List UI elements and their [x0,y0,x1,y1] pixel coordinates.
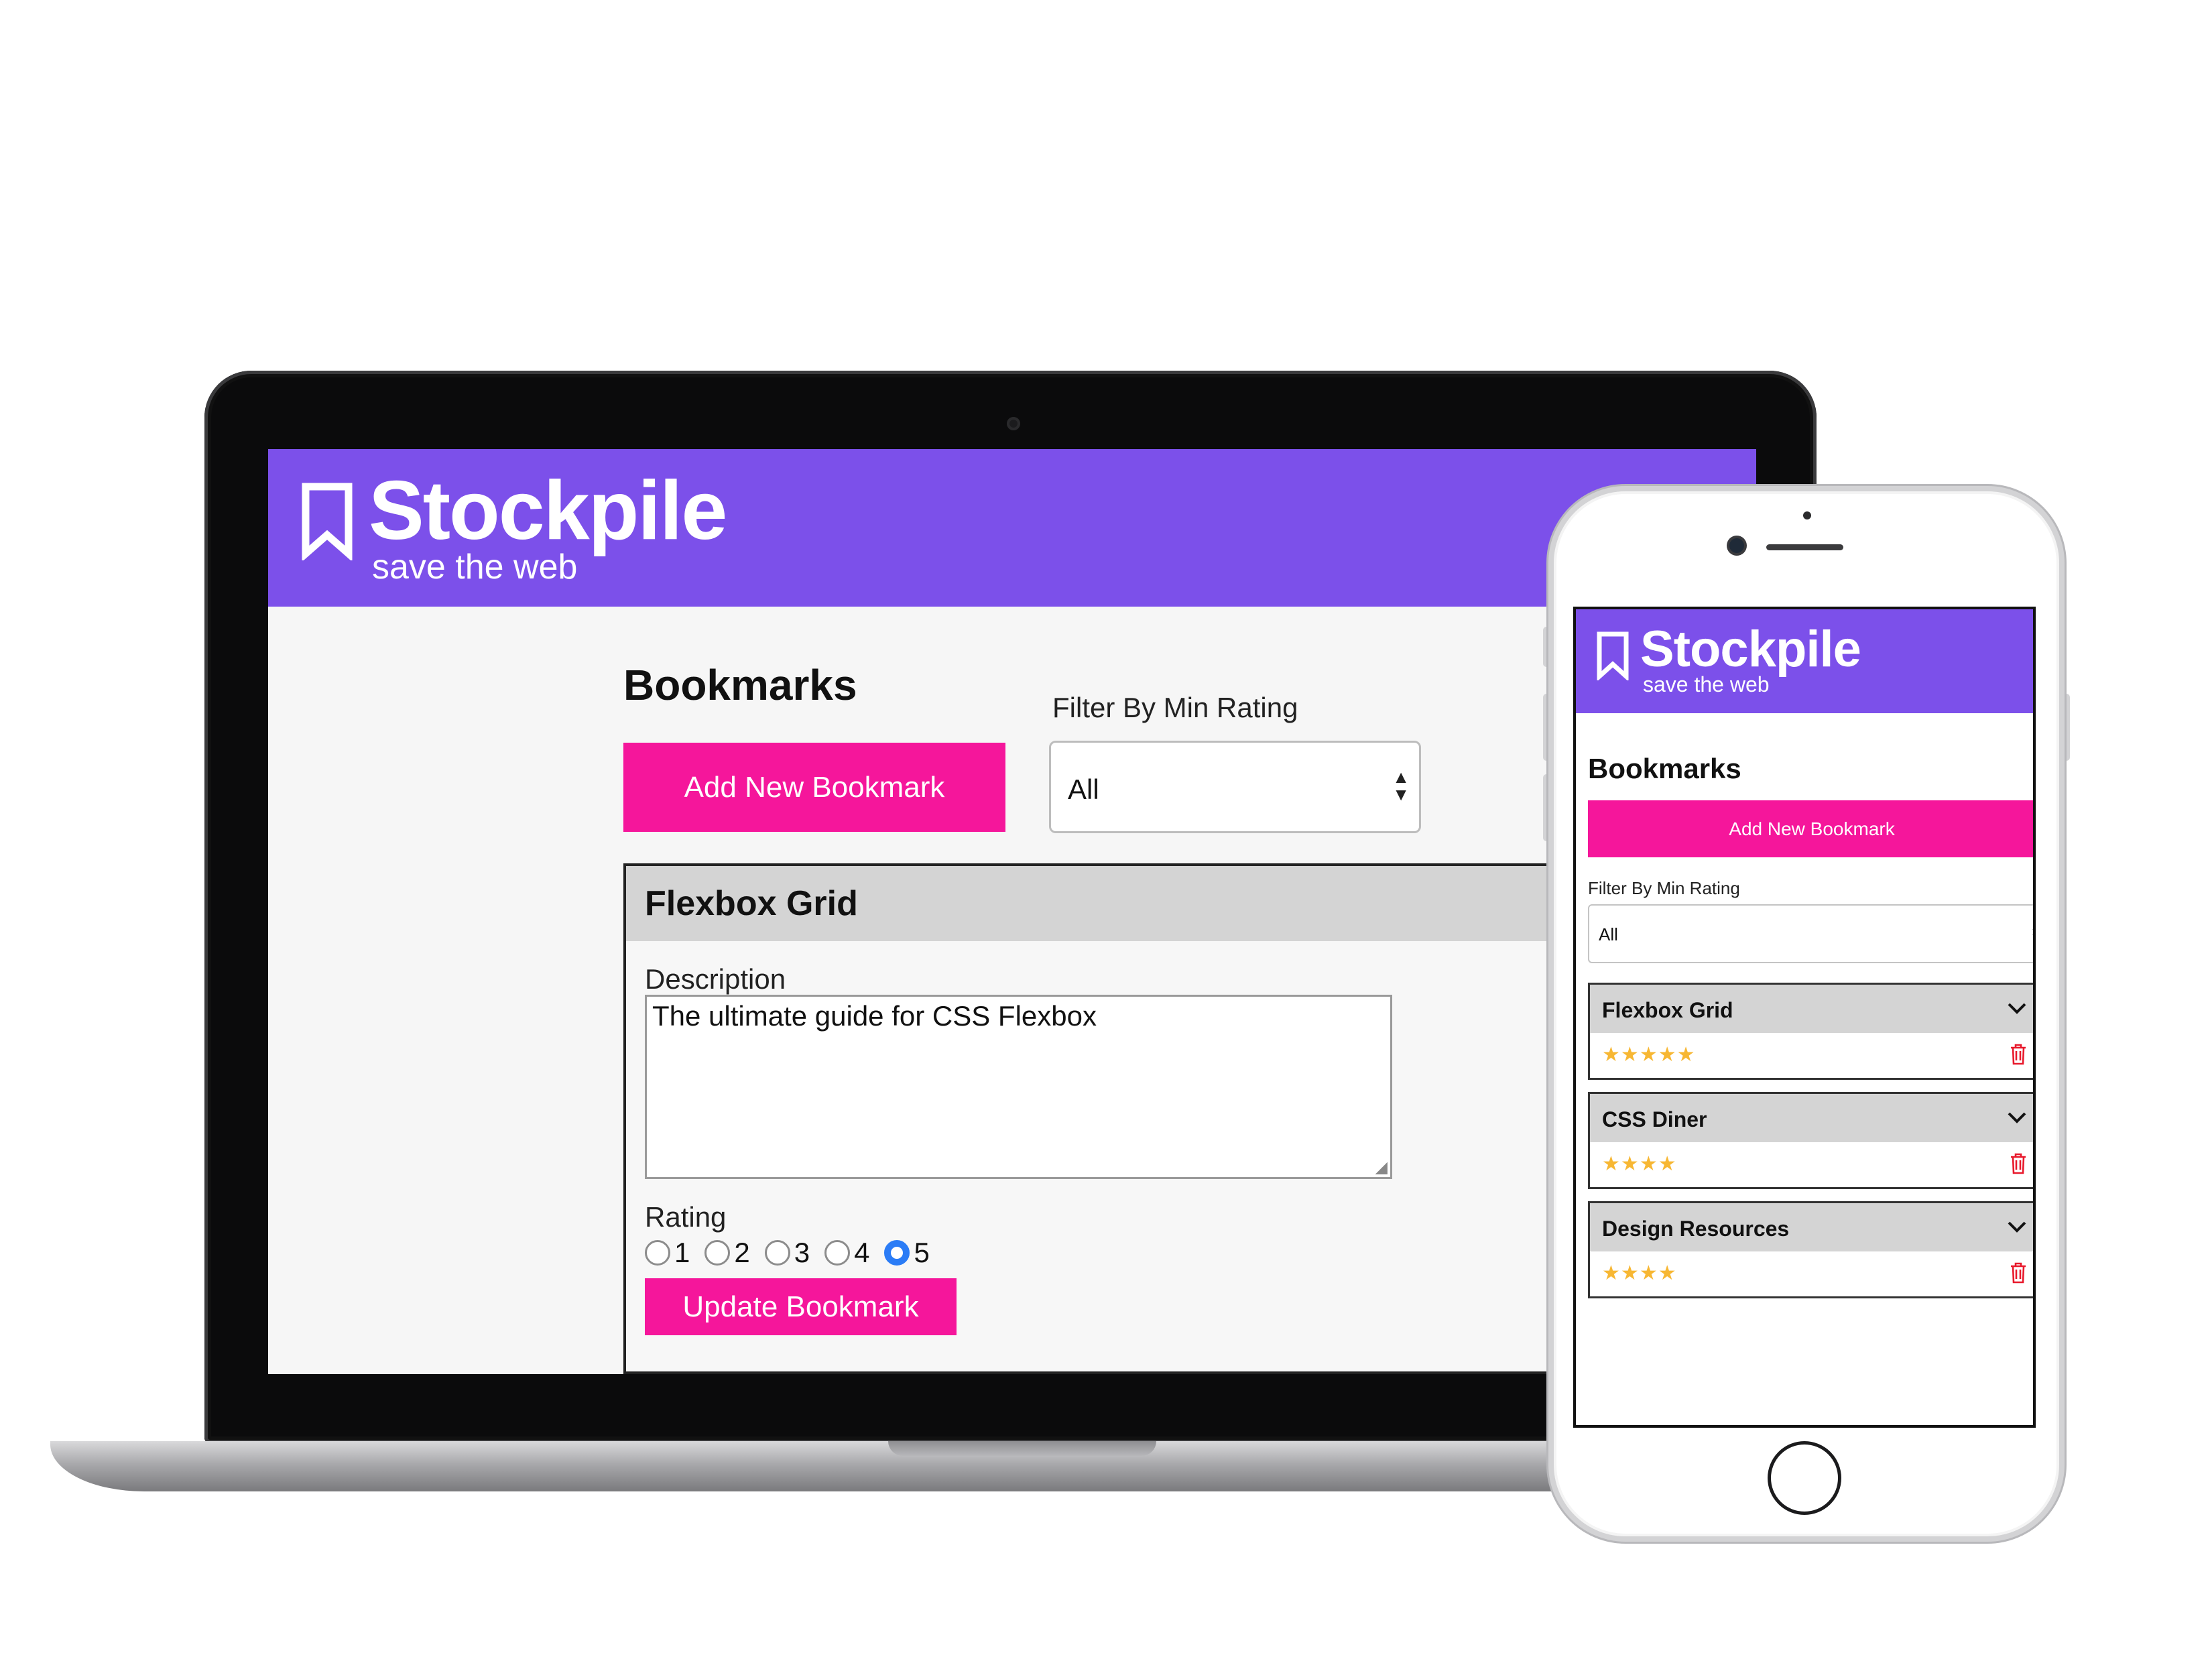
rating-label: Rating [645,1201,727,1233]
rating-stars: ★ ★ ★ ★ [1602,1264,1677,1285]
star-icon: ★ [1639,1044,1658,1066]
star-icon: ★ [1639,1262,1658,1284]
rating-option-1[interactable]: 1 [645,1239,690,1267]
rating-radio-2[interactable] [704,1240,731,1266]
star-icon: ★ [1620,1262,1639,1284]
phone-sensor [1803,511,1811,519]
chevron-down-icon[interactable] [2006,997,2028,1020]
rating-option-5[interactable]: 5 [884,1237,930,1268]
phone-camera [1729,538,1744,553]
update-bookmark-button[interactable]: Update Bookmark [645,1278,957,1335]
bookmark-logo-icon [302,483,353,560]
bookmark-card-header[interactable]: CSS Diner [1590,1094,2033,1142]
description-textarea[interactable]: The ultimate guide for CSS Flexbox ◢ [645,995,1392,1179]
add-bookmark-button[interactable]: Add New Bookmark [1588,800,2033,857]
bookmark-card-header[interactable]: Design Resources [1590,1203,2033,1251]
star-icon: ★ [1658,1044,1676,1066]
trash-icon[interactable] [2010,1153,2027,1174]
filter-rating-select[interactable]: All ▲▼ [1049,741,1421,833]
rating-stars: ★ ★ ★ ★ ★ [1602,1045,1696,1066]
chevron-down-icon[interactable] [2006,1106,2028,1129]
page-title: Bookmarks [623,661,857,709]
star-icon: ★ [1676,1044,1695,1066]
rating-radio-1[interactable] [645,1240,670,1266]
star-icon: ★ [1658,1262,1676,1284]
bookmark-title: Design Resources [1602,1217,1790,1241]
rating-radio-5[interactable] [884,1240,910,1266]
bookmark-card: Flexbox Grid ★ ★ ★ ★ ★ [1588,983,2033,1080]
rating-option-label: 3 [794,1237,810,1268]
rating-option-label: 2 [734,1237,750,1268]
select-arrows-icon: ▲▼ [2030,922,2033,943]
star-icon: ★ [1602,1044,1620,1066]
laptop-camera [1007,417,1020,430]
star-icon: ★ [1602,1262,1620,1284]
bookmark-card: Design Resources ★ ★ ★ ★ [1588,1201,2033,1298]
laptop-opening-notch [888,1441,1156,1456]
star-icon: ★ [1639,1153,1658,1175]
rating-stars: ★ ★ ★ ★ [1602,1154,1677,1176]
chevron-down-icon[interactable] [2006,1215,2028,1238]
star-icon: ★ [1620,1044,1639,1066]
rating-radio-group: 1 2 3 4 5 [645,1236,944,1270]
filter-label: Filter By Min Rating [1588,878,1740,898]
rating-option-2[interactable]: 2 [704,1237,750,1268]
description-label: Description [645,963,786,995]
add-bookmark-button[interactable]: Add New Bookmark [623,743,1005,832]
phone-screen: Stockpile save the web Bookmarks Add New… [1573,607,2036,1428]
description-text: The ultimate guide for CSS Flexbox [652,1000,1097,1032]
bookmark-logo-icon [1597,631,1629,680]
rating-option-label: 4 [854,1237,870,1268]
bookmark-card: CSS Diner ★ ★ ★ ★ [1588,1092,2033,1189]
star-icon: ★ [1620,1153,1639,1175]
star-icon: ★ [1602,1153,1620,1175]
bookmark-title: CSS Diner [1602,1107,1707,1131]
rating-option-3[interactable]: 3 [764,1237,810,1268]
trash-icon[interactable] [2010,1044,2027,1065]
page-title: Bookmarks [1588,753,1741,784]
app-tagline: save the web [1643,672,1770,696]
app-header: Stockpile save the web [1576,609,2033,713]
app-tagline: save the web [372,548,578,587]
resize-handle-icon[interactable]: ◢ [1375,1160,1388,1176]
bookmark-title: Flexbox Grid [645,884,858,923]
rating-radio-3[interactable] [764,1240,790,1266]
rating-radio-4[interactable] [824,1240,851,1266]
app-logo-title: Stockpile [1640,621,1861,678]
laptop-screen: Stockpile save the web Bookmarks Filter … [268,449,1756,1374]
app-logo-title: Stockpile [369,465,727,557]
bookmark-card-header[interactable]: Flexbox Grid [1590,985,2033,1033]
rating-option-label: 1 [674,1237,690,1268]
bookmark-title: Flexbox Grid [1602,998,1733,1022]
star-icon: ★ [1658,1153,1676,1175]
phone-home-button [1768,1441,1841,1515]
rating-option-label: 5 [914,1237,930,1268]
rating-option-4[interactable]: 4 [824,1239,869,1267]
filter-selected-value: All [1068,774,1099,805]
app-header: Stockpile save the web [268,449,1756,607]
select-arrows-icon: ▲▼ [1392,767,1410,804]
phone-speaker [1766,544,1843,550]
filter-selected-value: All [1599,924,1618,944]
filter-rating-select[interactable]: All ▲▼ [1588,904,2033,963]
trash-icon[interactable] [2010,1262,2027,1284]
filter-label: Filter By Min Rating [1052,692,1298,723]
